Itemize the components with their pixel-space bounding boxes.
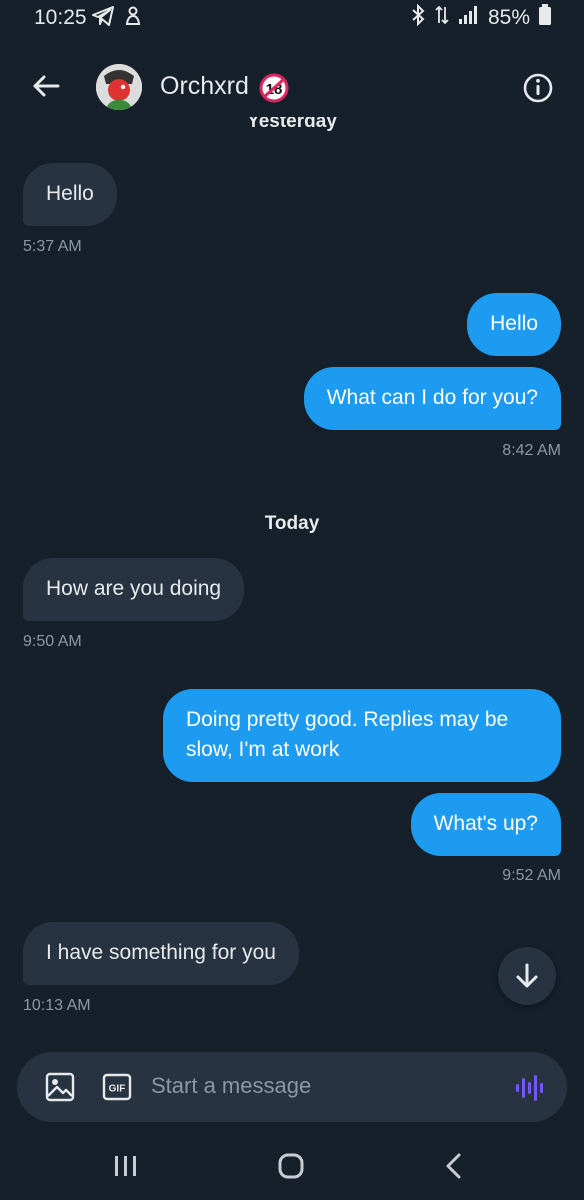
avatar[interactable] (96, 64, 142, 110)
signal-icon (458, 5, 480, 31)
arrow-left-icon (33, 75, 60, 97)
message-bubble-outgoing[interactable]: What's up? (410, 793, 561, 856)
battery-icon (538, 4, 552, 32)
contact-name[interactable]: Orchxrd (160, 72, 249, 101)
bluetooth-icon (410, 3, 426, 32)
message-bubble-outgoing[interactable]: What can I do for you? (303, 367, 561, 430)
age-restricted-icon: 18 (259, 73, 289, 103)
image-icon (45, 1072, 75, 1102)
message-bubble-outgoing[interactable]: Hello (467, 293, 561, 356)
message-timestamp: 9:50 AM (23, 633, 82, 650)
message-bubble-incoming[interactable]: How are you doing (23, 558, 245, 621)
telegram-icon (92, 5, 114, 31)
media-button[interactable] (44, 1071, 76, 1103)
recent-apps-button[interactable] (113, 1154, 139, 1183)
message-timestamp: 9:52 AM (502, 867, 561, 884)
message-input[interactable]: Start a message (151, 1073, 311, 1099)
status-time: 10:25 (34, 6, 87, 29)
message-bubble-incoming[interactable]: I have something for you (23, 922, 299, 985)
nav-back-button[interactable] (442, 1152, 466, 1185)
system-navigation-bar (0, 1130, 584, 1200)
battery-percent: 85% (487, 6, 530, 29)
message-timestamp: 5:37 AM (23, 238, 82, 255)
data-transfer-icon (434, 4, 450, 32)
voice-message-button[interactable] (514, 1072, 546, 1104)
home-button[interactable] (276, 1151, 306, 1186)
message-bubble-incoming[interactable]: Hello (23, 163, 117, 226)
message-timestamp: 10:13 AM (23, 997, 91, 1014)
gif-button[interactable]: GIF (102, 1073, 132, 1101)
date-separator-yesterday: Yesterday (247, 117, 337, 132)
notification-icon (124, 6, 142, 31)
gif-label: GIF (109, 1084, 126, 1095)
recent-apps-icon (115, 1156, 136, 1176)
conversation-info-button[interactable] (518, 68, 558, 108)
home-icon (278, 1153, 304, 1179)
back-button[interactable] (26, 66, 66, 106)
voice-waveform-icon (516, 1075, 543, 1101)
date-separator-today: Today (264, 513, 320, 534)
message-bubble-outgoing[interactable]: Doing pretty good. Replies may be slow, … (163, 689, 561, 782)
message-timestamp: 8:42 AM (502, 442, 561, 459)
chevron-left-icon (446, 1153, 461, 1179)
info-icon (523, 73, 553, 103)
scroll-to-bottom-button[interactable] (498, 947, 556, 1005)
arrow-down-icon (516, 963, 538, 988)
